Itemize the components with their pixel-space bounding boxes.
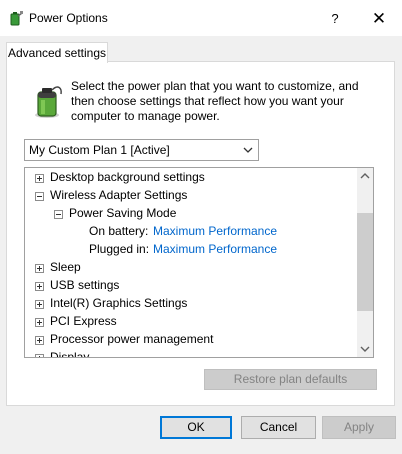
scroll-up-icon[interactable]: [357, 168, 373, 184]
tree-item-label: Desktop background settings: [50, 170, 205, 184]
scroll-down-icon[interactable]: [357, 341, 373, 357]
close-button[interactable]: ✕: [360, 6, 398, 32]
expand-icon[interactable]: [35, 318, 44, 327]
tree-item-label: Processor power management: [50, 332, 214, 346]
cancel-button[interactable]: Cancel: [241, 416, 316, 439]
battery-plug-icon: [8, 10, 24, 26]
tree-item-label: Plugged in:: [89, 242, 150, 256]
restore-defaults-button[interactable]: Restore plan defaults: [204, 369, 377, 390]
chevron-down-icon: [242, 143, 254, 157]
apply-button[interactable]: Apply: [322, 416, 396, 439]
expand-icon[interactable]: [35, 174, 44, 183]
plan-select-value: My Custom Plan 1 [Active]: [29, 143, 170, 157]
expand-icon[interactable]: [35, 354, 44, 357]
tree-item-label: PCI Express: [50, 314, 117, 328]
tree-item-label: USB settings: [50, 278, 120, 292]
settings-tree[interactable]: Desktop background settings Wireless Ada…: [24, 167, 374, 358]
expand-icon[interactable]: [35, 300, 44, 309]
tree-item-label: Display: [50, 350, 90, 358]
plan-select[interactable]: My Custom Plan 1 [Active]: [24, 139, 259, 161]
description-text: Select the power plan that you want to c…: [71, 79, 359, 123]
plugged-in-value-link[interactable]: Maximum Performance: [153, 240, 277, 258]
scrollbar-thumb[interactable]: [357, 213, 373, 311]
expand-icon[interactable]: [35, 336, 44, 345]
tree-item-label: On battery:: [89, 224, 149, 238]
tree-item-label: Sleep: [50, 260, 81, 274]
collapse-icon[interactable]: [35, 192, 44, 201]
ok-button[interactable]: OK: [160, 416, 232, 439]
on-battery-value-link[interactable]: Maximum Performance: [153, 222, 277, 240]
battery-icon: [28, 82, 66, 120]
window-title: Power Options: [29, 11, 108, 25]
tab-advanced-settings[interactable]: Advanced settings: [6, 42, 108, 63]
collapse-icon[interactable]: [54, 210, 63, 219]
expand-icon[interactable]: [35, 264, 44, 273]
tree-item-label: Intel(R) Graphics Settings: [50, 296, 188, 310]
expand-icon[interactable]: [35, 282, 44, 291]
tree-item-label: Power Saving Mode: [69, 206, 177, 220]
tree-item-label: Wireless Adapter Settings: [50, 188, 188, 202]
help-button[interactable]: ?: [318, 6, 352, 32]
